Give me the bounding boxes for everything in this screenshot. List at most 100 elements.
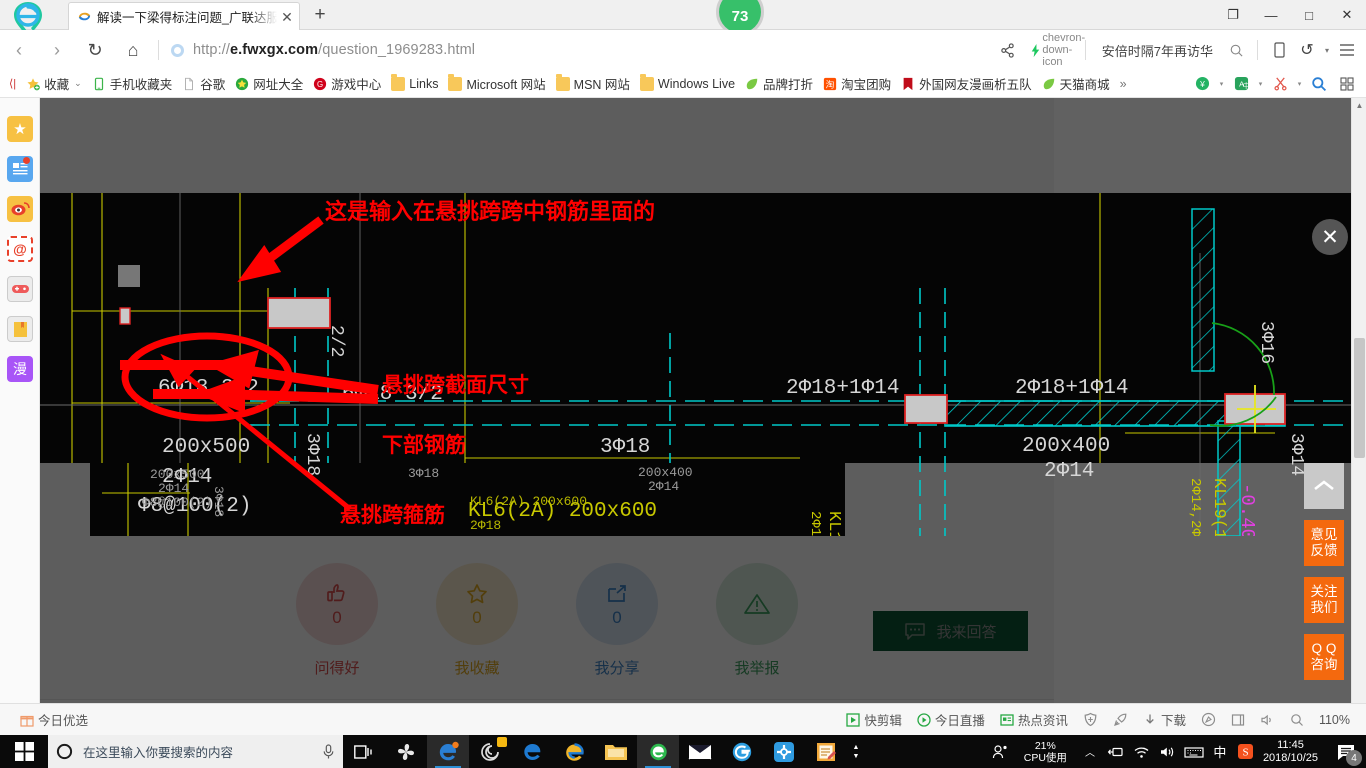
bookmark-msn[interactable]: MSN 网站: [551, 72, 635, 96]
taskbar-app-mail[interactable]: [679, 735, 721, 768]
caret-small-icon[interactable]: ▾: [1217, 71, 1226, 97]
volume-icon[interactable]: [1155, 735, 1181, 768]
address-bar[interactable]: http://e.fwxgx.com/question_1969283.html: [165, 34, 995, 66]
sogou-icon[interactable]: S: [1233, 735, 1259, 768]
forward-button[interactable]: ›: [38, 34, 76, 66]
tray-expand-chevron-icon[interactable]: ︿: [1077, 735, 1103, 768]
taskbar-app-blue[interactable]: [763, 735, 805, 768]
apps-grid-icon[interactable]: [1334, 71, 1360, 97]
restore-button[interactable]: ❐: [1214, 0, 1252, 30]
feedback-button[interactable]: 意见 反馈: [1304, 520, 1344, 566]
taskbar-overflow-scroll[interactable]: ▲ ▼: [847, 743, 865, 761]
taskbar-search-box[interactable]: 在这里输入你要搜索的内容: [48, 735, 343, 768]
status-window[interactable]: [1225, 713, 1251, 727]
back-to-top-button[interactable]: [1304, 463, 1344, 509]
bookmark-windows-live[interactable]: Windows Live: [635, 72, 740, 96]
site-info-icon[interactable]: [171, 43, 184, 57]
lightbox-overlay[interactable]: [40, 98, 1366, 735]
bookmark-game[interactable]: G 游戏中心: [308, 72, 386, 96]
bookmark-links[interactable]: Links: [386, 72, 443, 96]
caret-small-icon[interactable]: ▾: [1322, 37, 1332, 63]
bookmark-google[interactable]: 谷歌: [177, 72, 230, 96]
cpu-usage-indicator[interactable]: 21% CPU使用: [1014, 740, 1077, 764]
bookmarks-collapse-button[interactable]: ⟨|: [4, 72, 21, 96]
favorites-star-icon[interactable]: ★: [7, 116, 33, 142]
status-live[interactable]: 今日直播: [911, 710, 991, 729]
scroll-up-arrow-icon[interactable]: ▲: [1352, 98, 1366, 113]
status-hot-news[interactable]: 热点资讯: [994, 710, 1074, 729]
status-rocket[interactable]: [1107, 712, 1134, 727]
usb-icon[interactable]: [1103, 735, 1129, 768]
chevron-down-icon[interactable]: chevron-down-icon: [1042, 32, 1085, 68]
wifi-icon[interactable]: [1129, 735, 1155, 768]
scissors-icon[interactable]: [1267, 71, 1293, 97]
search-icon[interactable]: [1223, 37, 1249, 63]
ime-indicator[interactable]: 中: [1207, 735, 1233, 768]
status-today-deals[interactable]: 今日优选: [14, 710, 94, 729]
scrollbar-thumb[interactable]: [1354, 338, 1365, 458]
task-view-button[interactable]: [343, 735, 385, 768]
menu-icon[interactable]: [1334, 37, 1360, 63]
bookmark-hao[interactable]: 网址大全: [230, 72, 308, 96]
weibo-icon[interactable]: [7, 196, 33, 222]
bookmarks-overflow-button[interactable]: »: [1115, 72, 1132, 96]
new-tab-button[interactable]: +: [308, 4, 332, 28]
taskbar-app-g-browser[interactable]: [721, 735, 763, 768]
bookmark-foreign-comic[interactable]: 外国网友漫画析五队: [896, 72, 1037, 96]
qq-consult-button[interactable]: Q Q 咨询: [1304, 634, 1344, 680]
taskbar-app-ie-explorer[interactable]: [427, 735, 469, 768]
page-scrollbar-vertical[interactable]: ▲ ▼: [1351, 98, 1366, 735]
search-input[interactable]: 在这里输入你要搜索的内容: [73, 742, 322, 761]
undo-icon[interactable]: ↺: [1294, 37, 1320, 63]
mobile-icon[interactable]: [1266, 37, 1292, 63]
keyboard-icon[interactable]: [1181, 735, 1207, 768]
bookmark-phone[interactable]: 手机收藏夹: [87, 72, 178, 96]
reload-button[interactable]: ↻: [76, 34, 114, 66]
taskbar-app-spiral[interactable]: [469, 735, 511, 768]
bookmark-taobao[interactable]: 淘 淘宝团购: [818, 72, 896, 96]
status-video-edit[interactable]: 快剪辑: [840, 710, 908, 729]
home-button[interactable]: ⌂: [114, 34, 152, 66]
bookmark-shoucang[interactable]: 收藏 ⌄: [21, 72, 87, 96]
taskbar-app-360-browser[interactable]: [637, 735, 679, 768]
bookmark-brand-sale[interactable]: 品牌打折: [740, 72, 818, 96]
clock[interactable]: 11:45 2018/10/25: [1259, 739, 1326, 765]
status-shield[interactable]: [1077, 712, 1104, 727]
hot-search-text[interactable]: 安倍时隔7年再访华: [1094, 41, 1221, 60]
taskbar-app-edge[interactable]: [511, 735, 553, 768]
mail-icon[interactable]: @: [7, 236, 33, 262]
back-button[interactable]: ‹: [0, 34, 38, 66]
chevron-down-icon[interactable]: ⌄: [74, 78, 82, 89]
follow-us-button[interactable]: 关注 我们: [1304, 577, 1344, 623]
search-magnifier-icon[interactable]: [1306, 71, 1332, 97]
lightbox-close-button[interactable]: ✕: [1312, 219, 1348, 255]
start-button[interactable]: [0, 735, 48, 768]
bookmark-microsoft[interactable]: Microsoft 网站: [443, 72, 550, 96]
news-feed-icon[interactable]: [7, 156, 33, 182]
reading-icon[interactable]: [7, 316, 33, 342]
status-sound[interactable]: [1254, 713, 1281, 727]
zoom-level-label[interactable]: 110%: [1313, 713, 1356, 727]
translate-icon[interactable]: A中: [1228, 71, 1254, 97]
browser-tab[interactable]: 解读一下梁得标注问题_广联达服 ✕: [68, 2, 300, 30]
taskbar-app-ie[interactable]: [553, 735, 595, 768]
notification-center-button[interactable]: 4: [1326, 735, 1366, 768]
close-window-button[interactable]: ✕: [1328, 0, 1366, 30]
microphone-icon[interactable]: [322, 743, 335, 760]
caret-small-icon[interactable]: ▾: [1256, 71, 1265, 97]
people-icon[interactable]: [988, 735, 1014, 768]
status-compass[interactable]: [1195, 712, 1222, 727]
taskbar-app-notepad[interactable]: [805, 735, 847, 768]
bookmark-tmall[interactable]: 天猫商城: [1037, 72, 1115, 96]
games-icon[interactable]: [7, 276, 33, 302]
caret-small-icon[interactable]: ▾: [1295, 71, 1304, 97]
minimize-button[interactable]: —: [1252, 0, 1290, 30]
status-zoom-search[interactable]: [1284, 713, 1310, 727]
share-icon[interactable]: [995, 37, 1021, 63]
taskbar-app-file-explorer[interactable]: [595, 735, 637, 768]
tab-close-icon[interactable]: ✕: [279, 9, 295, 25]
maximize-button[interactable]: □: [1290, 0, 1328, 30]
taskbar-app-fan[interactable]: [385, 735, 427, 768]
comics-icon[interactable]: 漫: [7, 356, 33, 382]
status-download[interactable]: 下载: [1137, 710, 1192, 729]
